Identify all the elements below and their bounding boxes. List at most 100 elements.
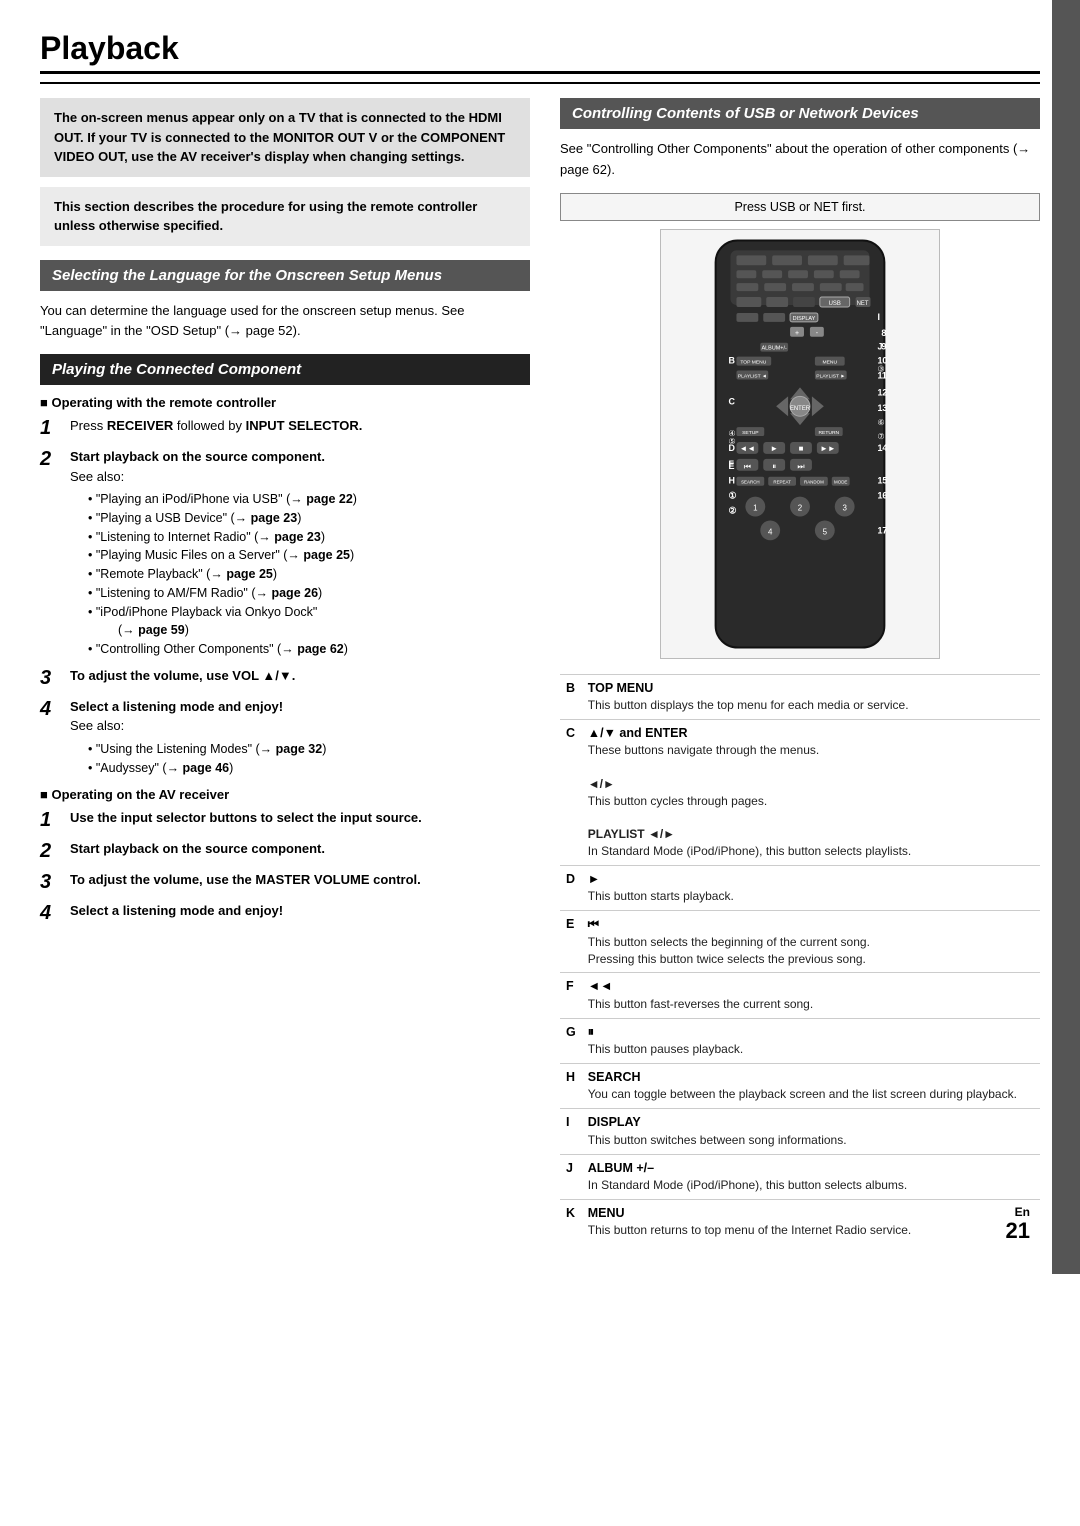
section-playing-header: Playing the Connected Component xyxy=(40,354,530,385)
bullet-item: "iPod/iPhone Playback via Onkyo Dock"(→ … xyxy=(80,603,530,641)
svg-text:B: B xyxy=(729,355,736,365)
bullet-item: "Remote Playback" (→ page 25) xyxy=(80,565,530,584)
av-step-1: 1 Use the input selector buttons to sele… xyxy=(40,808,530,832)
btn-desc: This button selects the beginning of the… xyxy=(588,934,1034,968)
remote-illustration-container: USB NET DISPLAY I + - xyxy=(560,229,1040,662)
svg-text:ALBUM+/-: ALBUM+/- xyxy=(762,345,787,351)
av-step-3: 3 To adjust the volume, use the MASTER V… xyxy=(40,870,530,894)
svg-text:16: 16 xyxy=(877,490,887,500)
btn-detail: ALBUM +/– In Standard Mode (iPod/iPhone)… xyxy=(582,1154,1040,1199)
svg-text:⏭: ⏭ xyxy=(797,461,804,470)
svg-text:⏸: ⏸ xyxy=(772,461,776,470)
svg-text:H: H xyxy=(729,475,735,485)
av-step-4: 4 Select a listening mode and enjoy! xyxy=(40,901,530,925)
btn-desc: This button displays the top menu for ea… xyxy=(588,697,1034,714)
svg-text:8: 8 xyxy=(881,327,886,337)
btn-letter: K xyxy=(560,1199,582,1244)
remote-step-4: 4 Select a listening mode and enjoy! See… xyxy=(40,697,530,778)
btn-letter: D xyxy=(560,865,582,910)
btn-desc: In Standard Mode (iPod/iPhone), this but… xyxy=(588,1177,1034,1194)
svg-text:12: 12 xyxy=(877,387,887,397)
bullet-item: "Audyssey" (→ page 46) xyxy=(80,759,530,778)
svg-text:PLAYLIST ►: PLAYLIST ► xyxy=(816,373,845,379)
button-row: F ◄◄ This button fast-reverses the curre… xyxy=(560,973,1040,1018)
svg-text:SEARCH: SEARCH xyxy=(741,479,760,484)
section-language-header: Selecting the Language for the Onscreen … xyxy=(40,260,530,291)
btn-letter: C xyxy=(560,719,582,865)
left-column: The on-screen menus appear only on a TV … xyxy=(40,98,530,1244)
btn-detail: ▲/▼ and ENTER These buttons navigate thr… xyxy=(582,719,1040,865)
svg-text:◄◄: ◄◄ xyxy=(740,444,756,453)
btn-name: ► xyxy=(588,871,1034,889)
svg-text:►: ► xyxy=(770,444,778,453)
btn-name: MENU xyxy=(588,1205,1034,1223)
btn-name: SEARCH xyxy=(588,1069,1034,1087)
btn-desc: This button switches between song inform… xyxy=(588,1132,1034,1149)
svg-text:REPEAT: REPEAT xyxy=(773,479,791,484)
svg-text:TOP MENU: TOP MENU xyxy=(740,359,766,365)
btn-detail: MENU This button returns to top menu of … xyxy=(582,1199,1040,1244)
svg-text:15: 15 xyxy=(877,475,887,485)
svg-text:-: - xyxy=(816,329,818,336)
btn-letter: H xyxy=(560,1063,582,1108)
button-row: B TOP MENU This button displays the top … xyxy=(560,674,1040,719)
btn-letter: F xyxy=(560,973,582,1018)
svg-text:5: 5 xyxy=(823,527,828,536)
btn-name: ⏸ xyxy=(588,1024,1034,1042)
btn-detail: ⏮ This button selects the beginning of t… xyxy=(582,911,1040,973)
btn-desc: This button fast-reverses the current so… xyxy=(588,996,1034,1013)
remote-step-1: 1 Press RECEIVER followed by INPUT SELEC… xyxy=(40,416,530,440)
remote-step-2: 2 Start playback on the source component… xyxy=(40,447,530,659)
btn-detail: SEARCH You can toggle between the playba… xyxy=(582,1063,1040,1108)
svg-text:MODE: MODE xyxy=(834,479,847,484)
remote-step-3: 3 To adjust the volume, use VOL ▲/▼. xyxy=(40,666,530,690)
svg-text:1: 1 xyxy=(753,503,758,512)
svg-text:SETUP: SETUP xyxy=(742,430,759,436)
bullet-item: "Listening to Internet Radio" (→ page 23… xyxy=(80,528,530,547)
btn-name: DISPLAY xyxy=(588,1114,1034,1132)
svg-text:⑤: ⑤ xyxy=(729,437,736,446)
button-row: D ► This button starts playback. xyxy=(560,865,1040,910)
svg-text:⑦: ⑦ xyxy=(877,432,884,441)
svg-text:USB: USB xyxy=(829,301,841,307)
button-row: H SEARCH You can toggle between the play… xyxy=(560,1063,1040,1108)
svg-text:4: 4 xyxy=(768,527,773,536)
bullet-item: "Playing Music Files on a Server" (→ pag… xyxy=(80,546,530,565)
svg-text:F: F xyxy=(729,458,735,468)
en-label: En xyxy=(1015,1205,1030,1219)
btn-desc: This button pauses playback. xyxy=(588,1041,1034,1058)
btn-letter: G xyxy=(560,1018,582,1063)
btn-letter: I xyxy=(560,1109,582,1154)
btn-letter: J xyxy=(560,1154,582,1199)
btn-detail: ◄◄ This button fast-reverses the current… xyxy=(582,973,1040,1018)
btn-detail: ► This button starts playback. xyxy=(582,865,1040,910)
sub-av-label: Operating on the AV receiver xyxy=(40,787,530,802)
step4-bullets: "Using the Listening Modes" (→ page 32) … xyxy=(70,740,530,778)
svg-text:①: ① xyxy=(729,490,737,500)
svg-text:RANDOM: RANDOM xyxy=(804,479,824,484)
notice-box-1: The on-screen menus appear only on a TV … xyxy=(40,98,530,177)
section-language-body: You can determine the language used for … xyxy=(40,301,530,343)
svg-text:17: 17 xyxy=(877,525,887,535)
btn-name: ⏮ xyxy=(588,916,1034,934)
button-row: E ⏮ This button selects the beginning of… xyxy=(560,911,1040,973)
usb-note-box: Press USB or NET first. xyxy=(560,193,1040,221)
bullet-item: "Playing an iPod/iPhone via USB" (→ page… xyxy=(80,490,530,509)
svg-text:RETURN: RETURN xyxy=(818,430,839,436)
bullet-item: "Playing a USB Device" (→ page 23) xyxy=(80,509,530,528)
svg-text:►►: ►► xyxy=(820,444,836,453)
btn-letter: B xyxy=(560,674,582,719)
svg-text:+: + xyxy=(795,329,799,336)
svg-text:C: C xyxy=(729,396,736,406)
bullet-item: "Using the Listening Modes" (→ page 32) xyxy=(80,740,530,759)
svg-text:2: 2 xyxy=(798,503,803,512)
bullet-item: "Controlling Other Components" (→ page 6… xyxy=(80,640,530,659)
av-step-2: 2 Start playback on the source component… xyxy=(40,839,530,863)
btn-desc: You can toggle between the playback scre… xyxy=(588,1086,1034,1103)
btn-desc: These buttons navigate through the menus… xyxy=(588,742,1034,860)
btn-desc: This button returns to top menu of the I… xyxy=(588,1222,1034,1239)
step2-bullets: "Playing an iPod/iPhone via USB" (→ page… xyxy=(70,490,530,659)
svg-text:■: ■ xyxy=(799,444,804,453)
svg-text:⏮: ⏮ xyxy=(744,461,751,470)
button-row: I DISPLAY This button switches between s… xyxy=(560,1109,1040,1154)
